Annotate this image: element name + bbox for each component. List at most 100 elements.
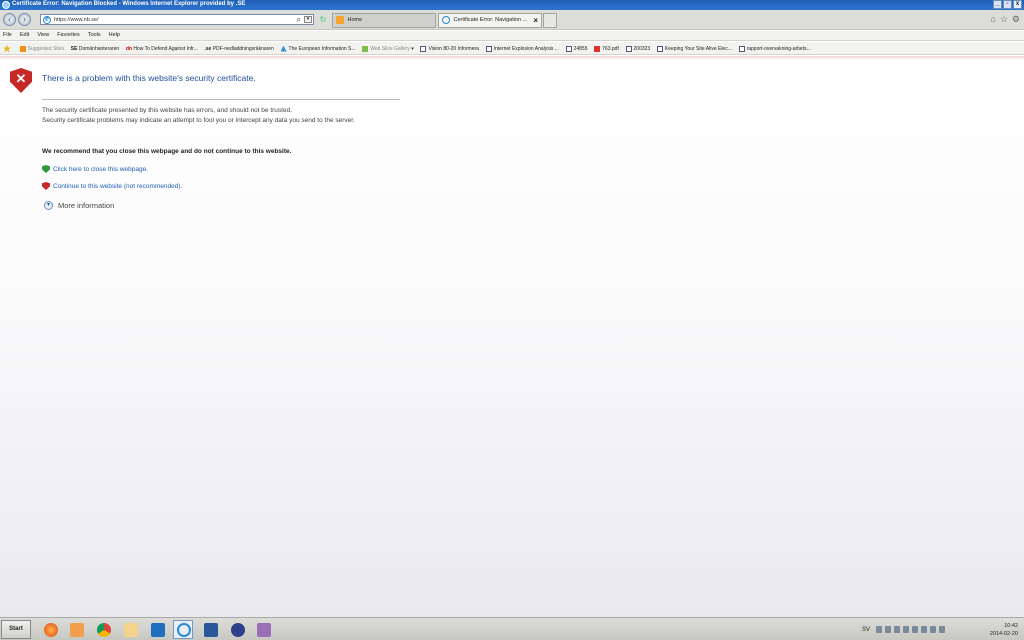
minimize-button[interactable]: _ — [993, 0, 1002, 9]
network-icon[interactable] — [930, 626, 937, 633]
lock-icon — [231, 623, 245, 637]
window-title: Certificate Error: Navigation Blocked - … — [12, 1, 246, 7]
new-tab-button[interactable] — [543, 13, 557, 28]
tray-icon[interactable] — [894, 626, 901, 633]
page-content: ✕ There is a problem with this website's… — [0, 56, 1024, 617]
favorites-star-icon[interactable]: ☆ — [1000, 14, 1008, 25]
menu-favorites[interactable]: Favorites — [57, 31, 80, 40]
media-player-icon — [70, 623, 84, 637]
favorites-star-icon — [3, 44, 11, 53]
recommendation-text: We recommend that you close this webpage… — [42, 148, 292, 155]
fav-european-information[interactable]: The European Information S... — [280, 42, 356, 54]
se-logo-icon: .se — [204, 45, 212, 52]
outlook-icon — [151, 623, 165, 637]
fav-24855[interactable]: 24855 — [565, 42, 588, 54]
fav-internet-explosion[interactable]: Internet Explosion Analysis ... — [485, 42, 559, 54]
window-controls: _ ▫ x — [993, 0, 1022, 9]
start-button[interactable]: Start — [1, 620, 31, 639]
taskbar-firefox[interactable] — [40, 620, 60, 639]
taskbar-explorer[interactable] — [120, 620, 140, 639]
tab-home[interactable]: Home — [332, 13, 436, 28]
fav-200323[interactable]: 200323 — [625, 42, 650, 54]
ie-page-icon — [442, 15, 450, 24]
continue-website-link-text[interactable]: Continue to this website (not recommende… — [53, 183, 182, 190]
address-bar[interactable]: e https://www.nb.se/ ⌕ ▾ — [40, 14, 314, 25]
close-webpage-link[interactable]: Click here to close this webpage. — [42, 165, 148, 173]
refresh-icon: ↻ — [319, 15, 327, 24]
fav-domanhanteraren[interactable]: SE Domänhanteraren — [71, 42, 119, 54]
pdf-icon — [594, 45, 601, 52]
tray-icon[interactable] — [921, 626, 928, 633]
clock-time: 10:42 — [1004, 623, 1018, 629]
page-icon — [485, 45, 492, 52]
fav-web-slice-gallery[interactable]: Web Slice Gallery ▾ — [362, 42, 414, 54]
dn-logo-icon: dn — [125, 45, 132, 52]
red-shield-icon — [42, 182, 50, 190]
fav-763-pdf[interactable]: 763.pdf — [594, 42, 619, 54]
volume-icon[interactable] — [939, 626, 946, 633]
fav-keeping-your-site-alive[interactable]: Keeping Your Site Alive Elec... — [656, 42, 732, 54]
fav-suggested-sites[interactable]: Suggested Sites — [19, 42, 64, 54]
ie-page-icon: e — [43, 16, 51, 24]
tray-icon[interactable] — [912, 626, 919, 633]
tray-icon[interactable] — [876, 626, 883, 633]
taskbar-chrome[interactable] — [93, 620, 113, 639]
divider — [42, 99, 400, 100]
refresh-button[interactable]: ↻ — [318, 15, 328, 25]
tab-certificate-error[interactable]: Certificate Error: Navigation ... × — [438, 13, 542, 28]
menu-tools[interactable]: Tools — [88, 31, 101, 40]
taskbar-internet-explorer[interactable] — [173, 620, 193, 639]
internet-explorer-icon — [177, 623, 191, 637]
taskbar-word[interactable] — [200, 620, 220, 639]
back-arrow-icon: ‹ — [8, 14, 11, 24]
tray-icons — [876, 626, 946, 633]
fav-pdf-nedladdningsraknaren[interactable]: .se PDF-nedladdningsräknaren — [204, 42, 274, 54]
language-indicator[interactable]: SV — [862, 627, 870, 633]
home-icon[interactable]: ⌂ — [990, 14, 995, 25]
favorites-bar: Suggested Sites SE Domänhanteraren dn Ho… — [0, 42, 1024, 55]
folder-icon — [124, 623, 138, 637]
fav-how-to-defend[interactable]: dn How To Defend Against Infr... — [125, 42, 198, 54]
maximize-button[interactable]: ▫ — [1003, 0, 1012, 9]
back-button[interactable]: ‹ — [3, 13, 16, 26]
menu-help[interactable]: Help — [109, 31, 120, 40]
close-window-button[interactable]: x — [1013, 0, 1022, 9]
error-description-line-2: Security certificate problems may indica… — [42, 117, 355, 124]
search-icon[interactable]: ⌕ — [297, 15, 301, 25]
address-dropdown-button[interactable]: ▾ — [304, 16, 312, 23]
fav-vision-80-20[interactable]: Vision 80-20 Informera — [420, 42, 479, 54]
forward-button[interactable]: › — [18, 13, 31, 26]
error-title: There is a problem with this website's s… — [42, 73, 256, 83]
firefox-icon — [44, 623, 58, 637]
forward-arrow-icon: › — [23, 14, 26, 24]
menu-file[interactable]: File — [3, 31, 12, 40]
menu-bar: File Edit View Favorites Tools Help — [0, 31, 1024, 41]
title-bar: Certificate Error: Navigation Blocked - … — [0, 0, 1024, 10]
tab-close-icon[interactable]: × — [533, 14, 538, 27]
error-x-icon: ✕ — [15, 71, 27, 86]
taskbar: Start SV 10:42 2014-02-20 — [0, 617, 1024, 640]
fav-rapport-overvakning[interactable]: rapport-overvakning-arbets... — [738, 42, 811, 54]
more-information-toggle[interactable]: ▾ More information — [44, 201, 114, 210]
tray-icon[interactable] — [903, 626, 910, 633]
clock[interactable]: 10:42 2014-02-20 — [990, 622, 1018, 638]
taskbar-app[interactable] — [253, 620, 273, 639]
taskbar-keepass[interactable] — [227, 620, 247, 639]
clock-date: 2014-02-20 — [989, 631, 1018, 637]
close-webpage-link-text[interactable]: Click here to close this webpage. — [53, 166, 148, 173]
continue-website-link[interactable]: Continue to this website (not recommende… — [42, 182, 182, 190]
taskbar-outlook[interactable] — [147, 620, 167, 639]
menu-view[interactable]: View — [37, 31, 49, 40]
gear-icon[interactable]: ⚙ — [1012, 14, 1020, 25]
app-icon — [257, 623, 271, 637]
green-shield-icon — [42, 165, 50, 173]
taskbar-media-player[interactable] — [66, 620, 86, 639]
system-tray: SV 10:42 2014-02-20 — [856, 619, 1024, 640]
error-accent-strip — [0, 56, 1024, 60]
address-url[interactable]: https://www.nb.se/ — [54, 17, 99, 23]
tray-icon[interactable] — [885, 626, 892, 633]
menu-edit[interactable]: Edit — [20, 31, 29, 40]
error-description-line-1: The security certificate presented by th… — [42, 107, 293, 114]
favorites-button[interactable] — [0, 42, 13, 54]
tab-label: Home — [347, 17, 363, 23]
